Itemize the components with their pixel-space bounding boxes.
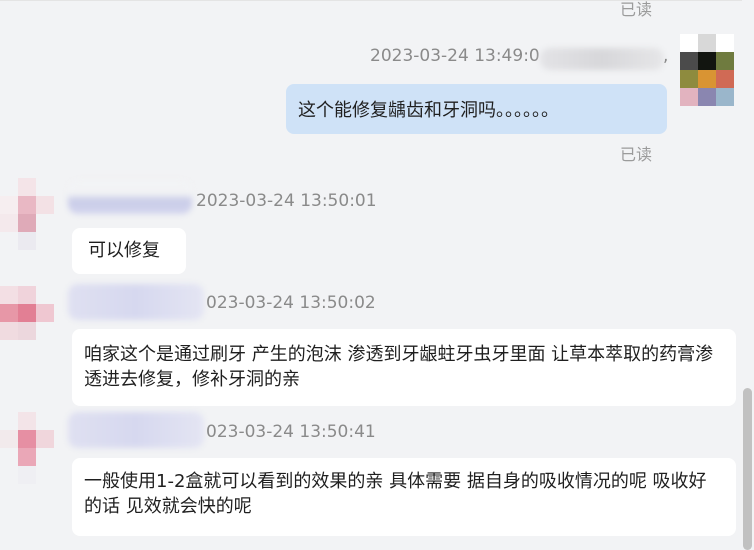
message-1-timestamp: 2023-03-24 13:50:01	[196, 191, 377, 211]
sender-name-blurred-2	[68, 284, 204, 320]
incoming-message-bubble-1[interactable]: 可以修复	[72, 228, 186, 274]
scrollbar-thumb[interactable]	[743, 388, 752, 550]
separator-comma: ,	[663, 46, 669, 66]
message-3-timestamp: 023-03-24 13:50:41	[206, 422, 376, 442]
read-receipt: 已读	[620, 145, 653, 164]
incoming-avatar-3[interactable]	[0, 412, 54, 484]
outgoing-avatar[interactable]	[680, 34, 734, 106]
message-1-text: 可以修复	[88, 240, 160, 261]
message-2-text: 咱家这个是通过刷牙 产生的泡沫 渗透到牙龈蛀牙虫牙里面 让草本萃取的药膏渗透进去…	[84, 344, 714, 390]
incoming-avatar-2[interactable]	[0, 286, 54, 340]
outgoing-sender-name-blurred	[540, 48, 664, 70]
incoming-message-bubble-2[interactable]: 咱家这个是通过刷牙 产生的泡沫 渗透到牙龈蛀牙虫牙里面 让草本萃取的药膏渗透进去…	[72, 329, 736, 406]
outgoing-message-bubble[interactable]: 这个能修复龋齿和牙洞吗。。。。。。	[286, 84, 667, 134]
sender-name-blurred-3	[68, 412, 204, 448]
incoming-message-bubble-3[interactable]: 一般使用1-2盒就可以看到的效果的亲 具体需要 据自身的吸收情况的呢 吸收好的话…	[72, 458, 736, 536]
outgoing-message-text: 这个能修复龋齿和牙洞吗。。。。。。	[298, 100, 559, 121]
incoming-avatar-1[interactable]	[0, 178, 54, 250]
message-2-timestamp: 023-03-24 13:50:02	[206, 293, 376, 313]
message-3-text: 一般使用1-2盒就可以看到的效果的亲 具体需要 据自身的吸收情况的呢 吸收好的话…	[84, 471, 707, 517]
outgoing-timestamp: 2023-03-24 13:49:0	[370, 46, 540, 66]
read-receipt-top: 已读	[620, 0, 653, 19]
sender-name-blurred-1	[68, 180, 192, 214]
